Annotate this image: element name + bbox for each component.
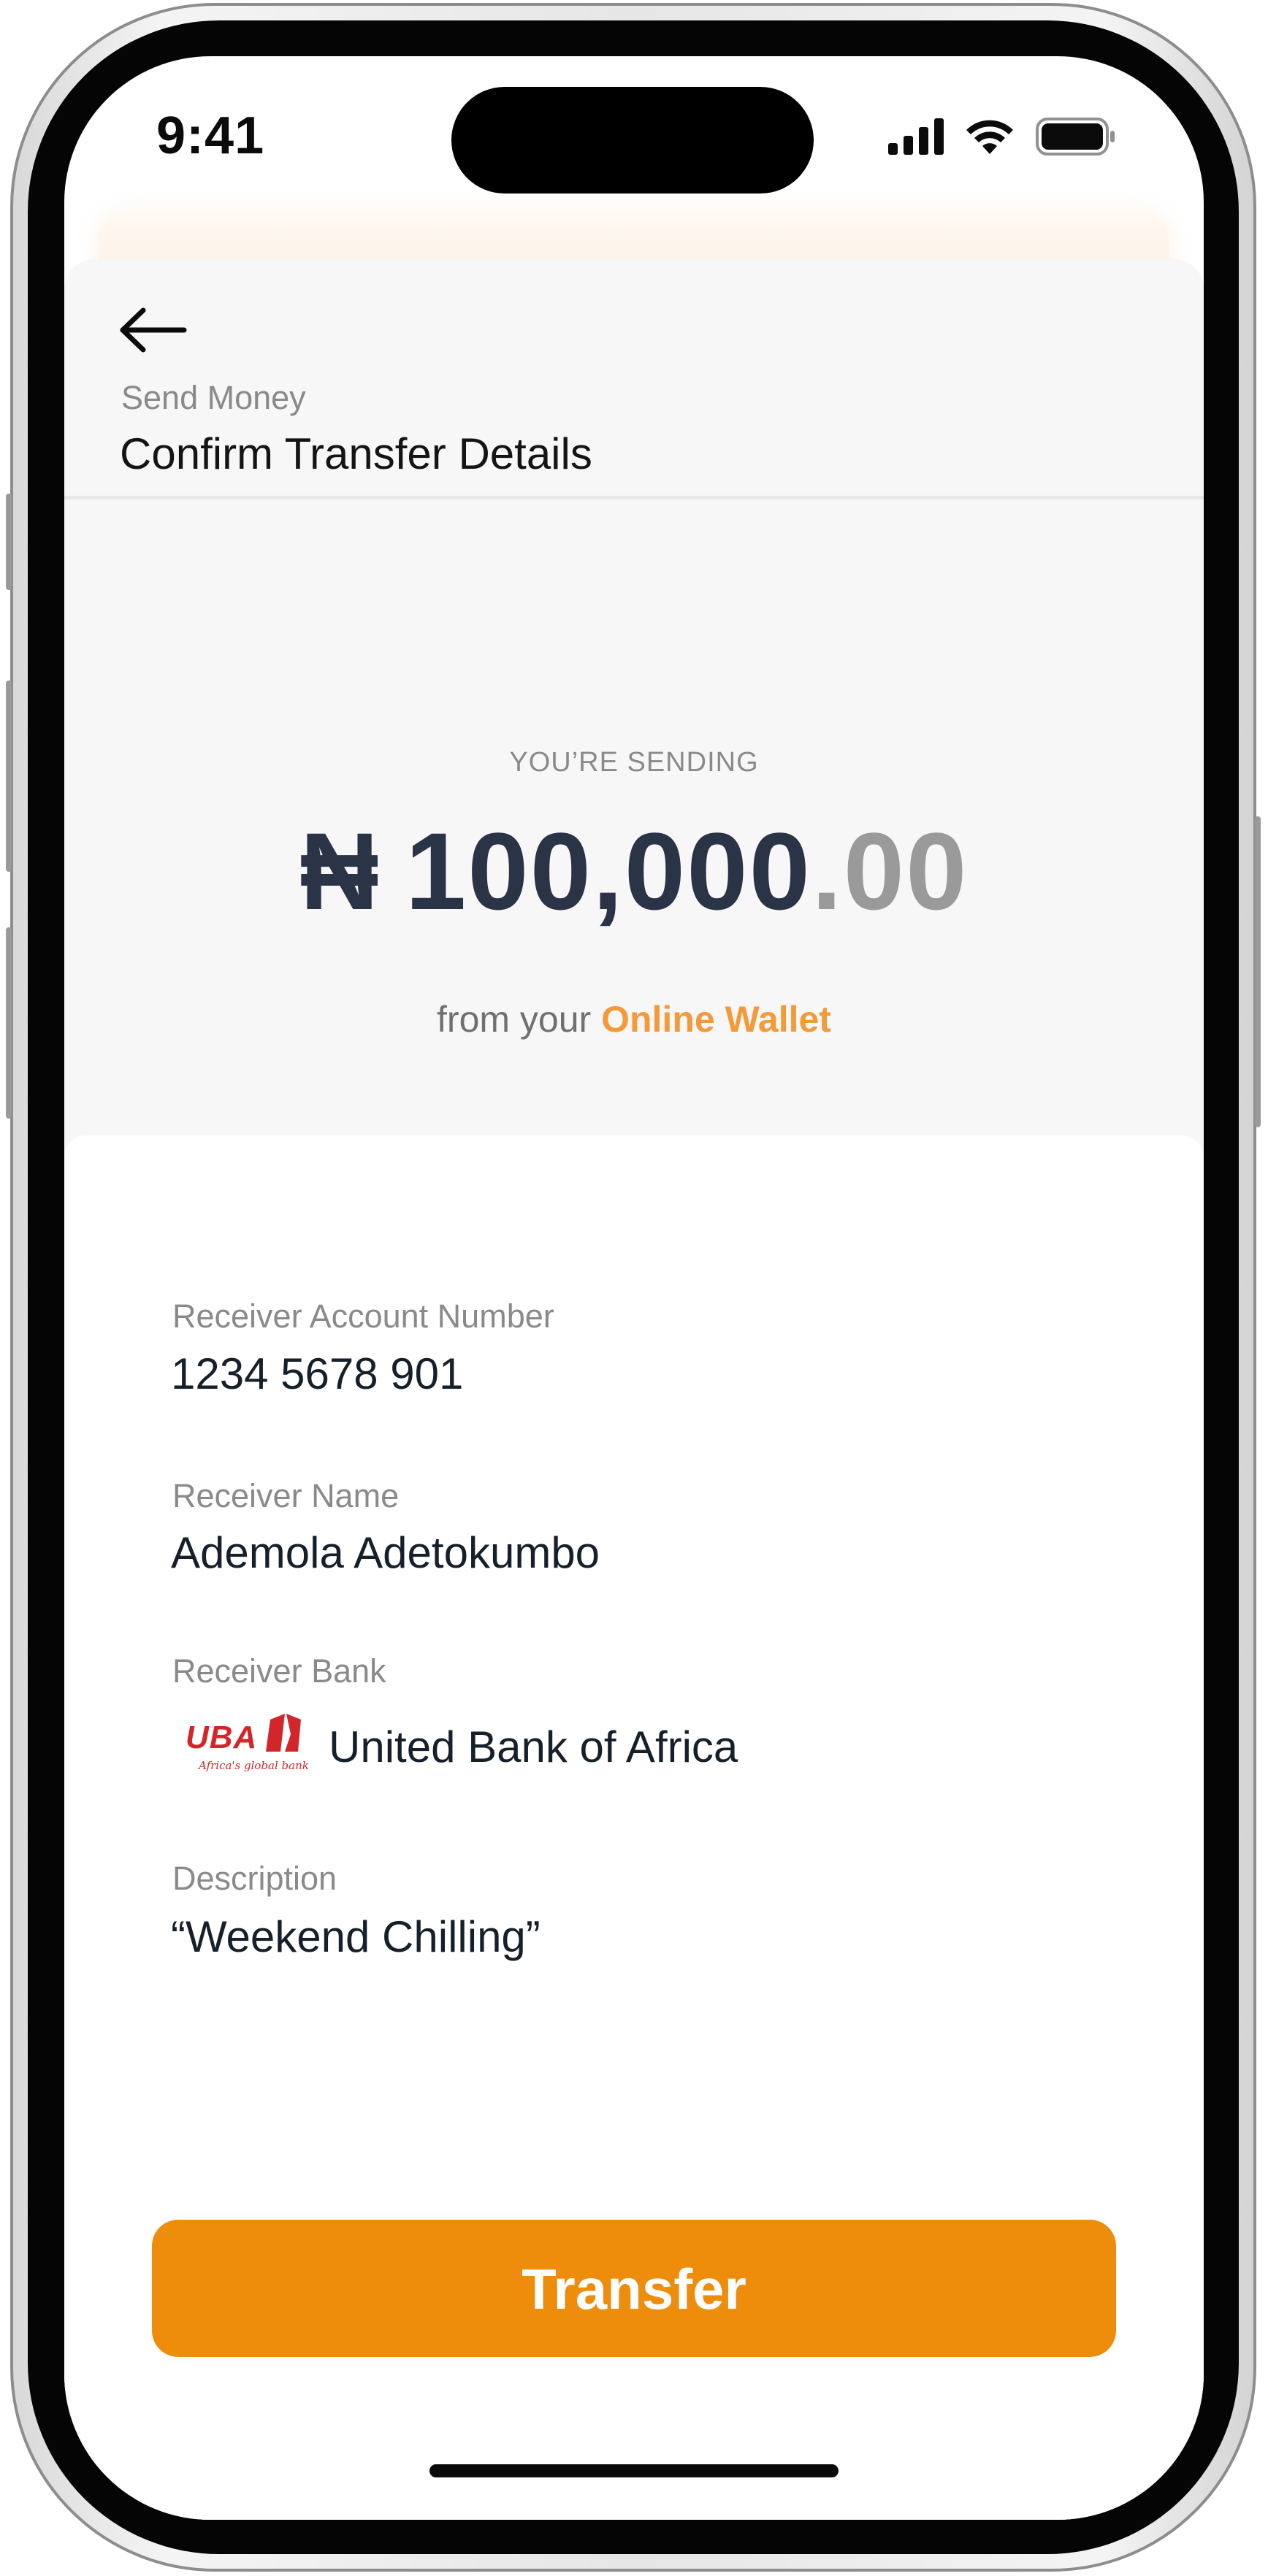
amount-display: ₦ 100,000.00 bbox=[64, 808, 1204, 935]
wallet-link[interactable]: Online Wallet bbox=[601, 999, 831, 1040]
description-label: Description bbox=[172, 1860, 337, 1897]
page-title: Confirm Transfer Details bbox=[120, 429, 592, 478]
receiver-bank-row: UBA Africa's global bank United Bank of … bbox=[172, 1706, 738, 1787]
battery-icon bbox=[1036, 118, 1115, 156]
cellular-signal-icon bbox=[888, 118, 944, 155]
account-number-value: 1234 5678 901 bbox=[171, 1349, 464, 1398]
uba-logo-tagline: Africa's global bank bbox=[199, 1759, 309, 1772]
app-screen: 9:41 Send Money Confirm Transfer Details bbox=[64, 56, 1204, 2520]
side-button-volume-up bbox=[6, 681, 12, 872]
breadcrumb: Send Money bbox=[121, 379, 306, 416]
back-button[interactable] bbox=[117, 304, 197, 363]
header-divider bbox=[64, 496, 1204, 499]
receiver-bank-value: United Bank of Africa bbox=[329, 1722, 738, 1771]
uba-logo-text: UBA bbox=[186, 1720, 258, 1755]
source-prefix: from your bbox=[437, 999, 592, 1040]
status-time: 9:41 bbox=[156, 107, 265, 165]
account-number-label: Receiver Account Number bbox=[172, 1297, 554, 1335]
side-button-power bbox=[1255, 816, 1261, 1127]
sending-label: YOU’RE SENDING bbox=[509, 747, 759, 778]
currency-symbol: ₦ bbox=[299, 810, 381, 932]
status-icons bbox=[888, 118, 1116, 156]
dynamic-island bbox=[451, 87, 814, 193]
side-button-action bbox=[6, 494, 12, 590]
home-indicator[interactable] bbox=[429, 2464, 839, 2477]
arrow-left-icon bbox=[120, 307, 187, 353]
description-value: “Weekend Chilling” bbox=[171, 1912, 541, 1961]
wifi-icon bbox=[966, 120, 1013, 154]
source-line: from your Online Wallet bbox=[64, 998, 1204, 1040]
amount-decimal: .00 bbox=[811, 810, 969, 932]
side-button-volume-down bbox=[6, 927, 12, 1119]
receiver-bank-label: Receiver Bank bbox=[172, 1652, 386, 1690]
uba-logo-mark bbox=[266, 1714, 301, 1752]
receiver-name-value: Ademola Adetokumbo bbox=[171, 1528, 600, 1577]
amount-whole: 100,000 bbox=[405, 810, 811, 932]
uba-logo: UBA Africa's global bank bbox=[172, 1706, 311, 1787]
receiver-name-label: Receiver Name bbox=[172, 1477, 400, 1514]
transfer-button[interactable]: Transfer bbox=[152, 2220, 1116, 2357]
